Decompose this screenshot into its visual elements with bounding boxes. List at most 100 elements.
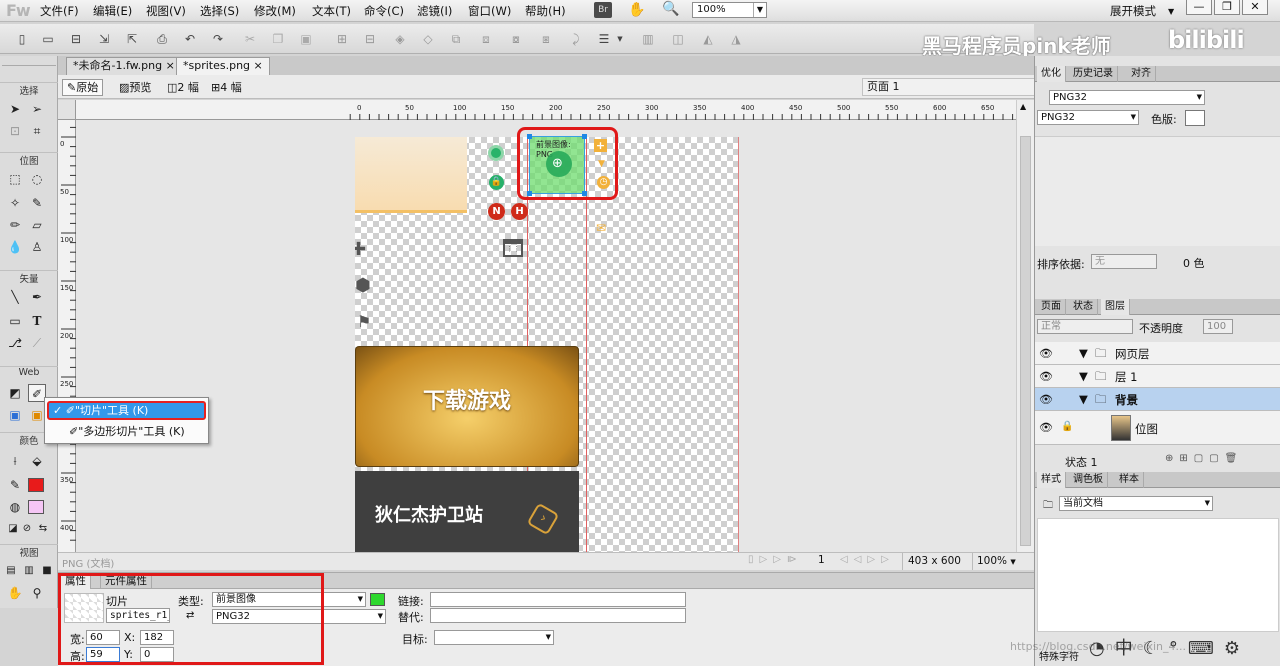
print-icon[interactable]: ⎙ [154,31,170,47]
scale-tool-icon[interactable]: ⊡ [6,122,24,140]
menu-select[interactable]: 选择(S) [200,3,239,19]
tab-styles[interactable]: 样式 [1037,472,1066,488]
zoom-select[interactable]: 100% ▼ [692,2,767,18]
panel-grip[interactable] [2,58,56,66]
preset-select[interactable]: PNG32 ▼ [1049,90,1205,105]
chevron-down-icon[interactable]: ▼ [1079,369,1088,383]
hand-tool-icon[interactable]: ✋ [6,584,24,602]
workspace-mode-select[interactable]: 展开模式 [1110,3,1156,19]
slice-color-swatch[interactable] [370,593,385,606]
chevron-down-icon[interactable]: ▼ [1168,7,1174,16]
cut-icon[interactable]: ✂ [242,31,258,47]
blend-mode-select[interactable]: 正常 [1037,319,1133,334]
blur-tool-icon[interactable]: 💧 [6,238,24,256]
scroll-thumb[interactable] [1020,136,1031,546]
layer-row-background[interactable]: 👁 ▼ 🗀 背景 [1035,388,1280,411]
frame-nav-controls[interactable]: ◁◁▷▷ [840,554,895,565]
distribute-icon[interactable]: ▥ [640,31,656,47]
menu-window[interactable]: 窗口(W) [468,3,511,19]
hotspot-tool-icon[interactable]: ◩ [6,384,24,402]
view-4up-button[interactable]: ⊞4 幅 [206,79,247,96]
tab-samples[interactable]: 样本 [1115,472,1144,488]
chevron-down-icon[interactable]: ▼ [1079,346,1088,360]
menu-edit[interactable]: 编辑(E) [93,3,132,19]
restore-button[interactable]: ❐ [1214,0,1240,15]
pencil-tool-icon[interactable]: ✏ [6,216,24,234]
layer-row-web[interactable]: 👁 ▼ 🗀 网页层 [1035,342,1280,365]
paint-bucket-icon[interactable]: ⬙ [28,452,46,470]
menu-view[interactable]: 视图(V) [146,3,186,19]
pen-tool-icon[interactable]: ✒ [28,288,46,306]
minimize-button[interactable]: — [1186,0,1212,15]
swap-colors-icon[interactable]: ⇆ [34,520,52,538]
close-icon[interactable]: × [254,59,263,72]
vertical-ruler[interactable]: 050100150200250300350400 [58,120,76,552]
menu-item-polygon-slice-tool[interactable]: ✐"多边形切片"工具 (K) [47,423,206,442]
tab-states[interactable]: 状态 [1069,299,1098,315]
eye-icon[interactable]: 👁 [1039,393,1053,406]
layer-row-layer1[interactable]: 👁 ▼ 🗀 层 1 [1035,365,1280,388]
close-icon[interactable]: × [166,59,175,72]
export-icon[interactable]: ⇱ [124,31,140,47]
tab-layers[interactable]: 图层 [1101,299,1130,315]
tab-history[interactable]: 历史记录 [1069,66,1118,82]
subselect-tool-icon[interactable]: ➢ [28,100,46,118]
split-icon[interactable]: ◇ [420,31,436,47]
marquee-tool-icon[interactable]: ⬚ [6,170,24,188]
line-tool-icon[interactable]: ╲ [6,288,24,306]
eye-icon[interactable]: 👁 [1039,370,1053,383]
bring-front-icon[interactable]: ⧉ [448,31,464,47]
hide-slices-icon[interactable]: ▣ [6,406,24,424]
palette-swatch[interactable] [1185,110,1205,126]
bridge-button[interactable]: Br [594,2,612,18]
eye-icon[interactable]: 👁 [1039,421,1053,434]
menu-text[interactable]: 文本(T) [312,3,351,19]
full-screen-menu-icon[interactable]: ▥ [20,562,38,580]
standard-screen-icon[interactable]: ▤ [2,562,20,580]
alt-field[interactable] [430,608,686,623]
vertical-scrollbar[interactable]: ▲ [1016,100,1034,552]
import-icon[interactable]: ⇲ [96,31,112,47]
stamp-tool-icon[interactable]: ♙ [28,238,46,256]
eye-icon[interactable]: 👁 [1039,347,1053,360]
pointer-tool-icon[interactable]: ➤ [6,100,24,118]
menu-item-slice-tool[interactable]: ✓ ✐"切片"工具 (K) [47,401,206,420]
flip-horizontal-icon[interactable]: ◭ [700,31,716,47]
layer-actions[interactable]: ⊕⊞▢▢🗑 [1165,453,1243,464]
open-icon[interactable]: ⊟ [68,31,84,47]
chevron-down-icon[interactable]: ▼ [1079,392,1088,406]
redo-icon[interactable]: ↷ [210,31,226,47]
copy-icon[interactable]: ❐ [270,31,286,47]
playback-controls[interactable]: ▯▷▷⧐ [748,554,803,565]
flip-icon[interactable]: ◫ [670,31,686,47]
rotate-icon[interactable]: ⤸ [568,31,584,47]
menu-filters[interactable]: 滤镜(I) [417,3,452,19]
tab-untitled[interactable]: *未命名-1.fw.png × [66,57,182,75]
view-original-button[interactable]: ✎原始 [62,79,104,96]
scroll-up-icon[interactable]: ▲ [1020,102,1026,111]
ungroup-icon[interactable]: ⊟ [362,31,378,47]
eraser-tool-icon[interactable]: ▱ [28,216,46,234]
lock-icon[interactable]: 🔒 [1061,421,1073,432]
link-field[interactable] [430,592,686,607]
hand-icon[interactable]: ✋ [628,2,645,18]
close-button[interactable]: ✕ [1242,0,1268,15]
fill-color-swatch[interactable] [28,500,44,514]
magic-wand-icon[interactable]: ✧ [6,194,24,212]
horizontal-ruler[interactable]: 0 50 100 150 200 250 300 350 400 450 500 550 600 650 [76,100,1022,120]
lasso-tool-icon[interactable]: ◌ [28,170,46,188]
rectangle-tool-icon[interactable]: ▭ [6,312,24,330]
menu-file[interactable]: 文件(F) [40,3,79,19]
tab-sprites[interactable]: *sprites.png × [176,57,270,75]
format-select[interactable]: PNG32 ▼ [1037,110,1139,125]
zoom-status[interactable]: 100% ▼ [972,553,1028,570]
send-back-icon[interactable]: ⧆ [538,31,554,47]
paste-icon[interactable]: ▣ [298,31,314,47]
eyedropper-icon[interactable]: ⟊ [6,452,24,470]
knife-tool-icon[interactable]: ⟋ [28,334,46,352]
styles-list[interactable] [1037,518,1279,632]
target-select[interactable]: ▼ [434,630,554,645]
flip-vertical-icon[interactable]: ◮ [728,31,744,47]
new-file-icon[interactable]: ▯ [14,31,30,47]
full-screen-icon[interactable]: ■ [38,562,56,580]
